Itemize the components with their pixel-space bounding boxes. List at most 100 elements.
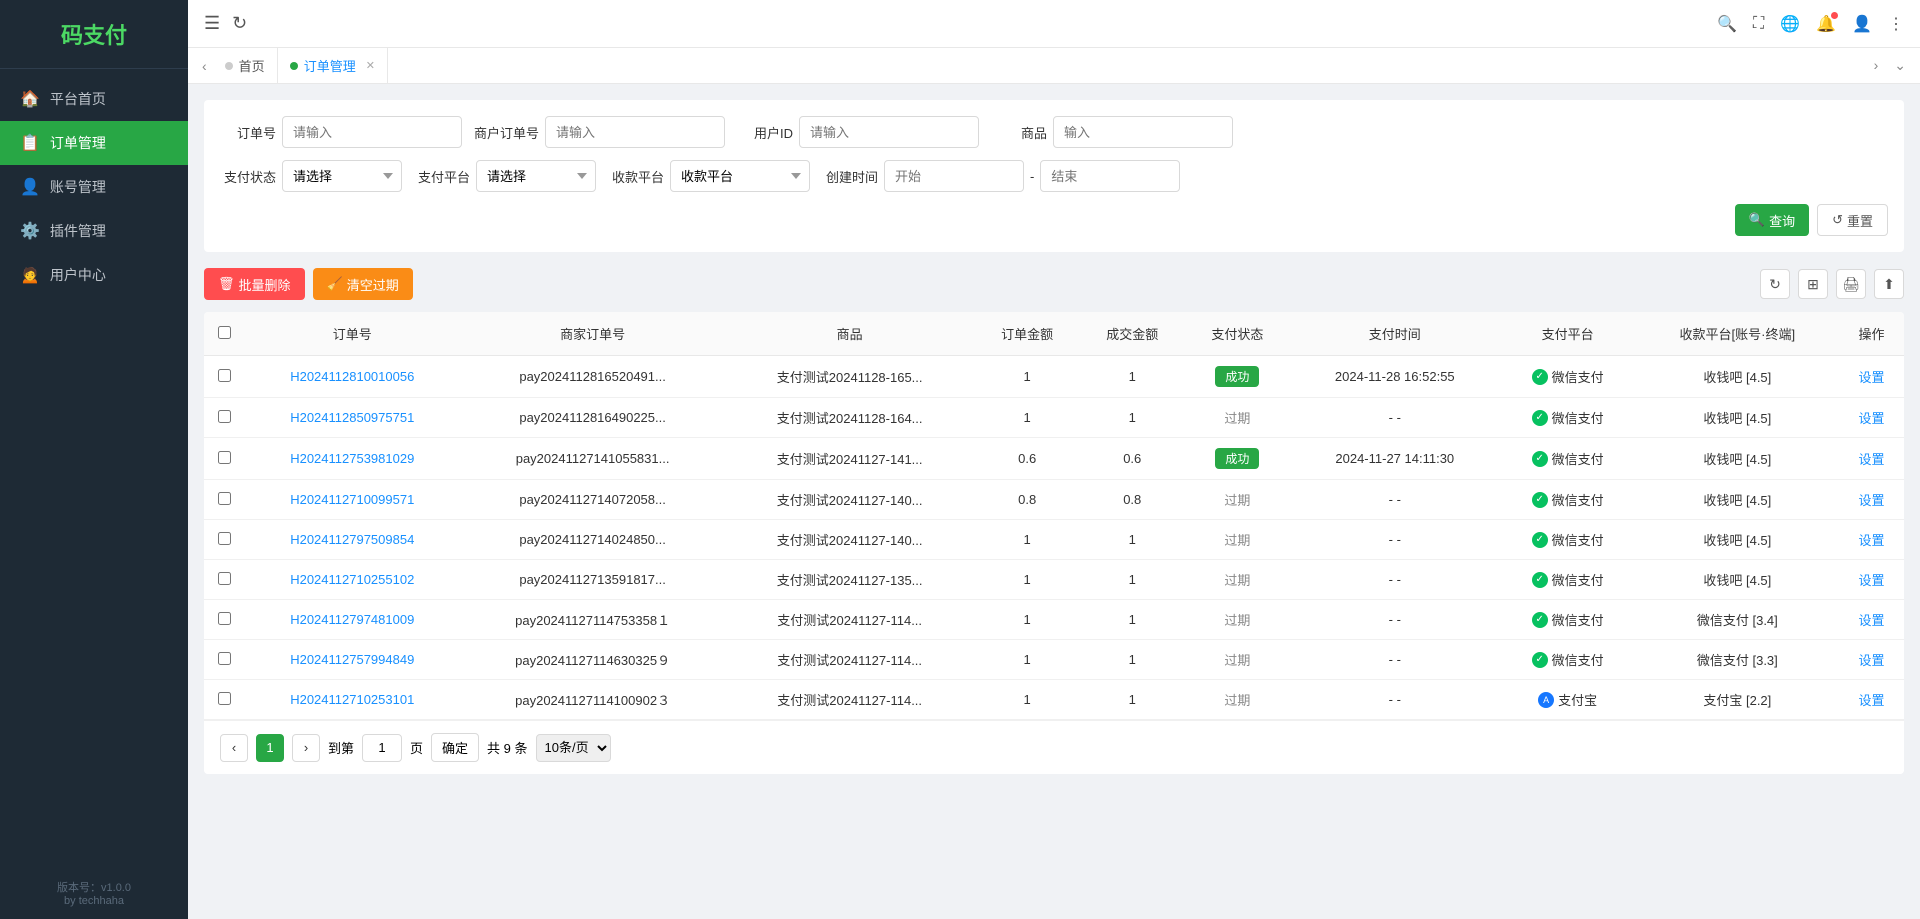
refresh-icon[interactable]: ↻ xyxy=(232,13,247,34)
row-2-checkbox[interactable] xyxy=(218,451,231,464)
select-all-checkbox[interactable] xyxy=(218,326,231,339)
row-6-status: 过期 xyxy=(1185,600,1290,640)
row-7-amount: 1 xyxy=(975,640,1080,680)
row-1-order-no: H2024112850975751 xyxy=(244,398,461,438)
table-refresh-btn[interactable]: ↻ xyxy=(1760,269,1790,299)
export-btn[interactable]: ⬆ xyxy=(1874,269,1904,299)
tab-expand-btn[interactable]: ⌄ xyxy=(1888,57,1912,74)
create-time-end-input[interactable] xyxy=(1040,160,1180,192)
row-6-checkbox[interactable] xyxy=(218,612,231,625)
row-0-order-link[interactable]: H2024112810010056 xyxy=(290,369,414,384)
row-1-set-button[interactable]: 设置 xyxy=(1858,408,1884,427)
version-text: 版本号：v1.0.0 xyxy=(0,879,188,895)
goto-page-input[interactable] xyxy=(362,734,402,762)
row-0-checkbox[interactable] xyxy=(218,369,231,382)
print-btn[interactable]: 🖨 xyxy=(1836,269,1866,299)
row-4-checkbox[interactable] xyxy=(218,532,231,545)
topbar-right: 🔍 ⛶ 🌐 🔔 👤 ⋮ xyxy=(1717,14,1904,34)
sidebar-item-plugins-label: 插件管理 xyxy=(50,221,106,241)
search-button[interactable]: 🔍 查询 xyxy=(1735,204,1809,236)
clear-expired-button[interactable]: 🧹 清空过期 xyxy=(313,268,413,300)
row-2-order-link[interactable]: H2024112753981029 xyxy=(290,451,414,466)
batch-delete-button[interactable]: 🗑 批量删除 xyxy=(204,268,305,300)
more-icon[interactable]: ⋮ xyxy=(1888,14,1904,34)
row-3-set-button[interactable]: 设置 xyxy=(1858,490,1884,509)
row-1-amount: 1 xyxy=(975,398,1080,438)
sidebar-item-accounts-label: 账号管理 xyxy=(50,177,106,197)
row-4-order-link[interactable]: H2024112797509854 xyxy=(290,532,414,547)
sidebar-item-users[interactable]: 🙍 用户中心 xyxy=(0,253,188,297)
row-1-platform-icon: ✓ xyxy=(1532,410,1548,426)
row-7-order-link[interactable]: H2024112757994849 xyxy=(290,652,414,667)
row-4-action-cell: 设置 xyxy=(1839,520,1904,560)
row-6-set-button[interactable]: 设置 xyxy=(1858,610,1884,629)
row-0-product: 支付测试20241128-165... xyxy=(725,356,975,398)
page-next-btn[interactable]: › xyxy=(292,734,320,762)
row-8-merchant-order: pay20241127114100902３ xyxy=(461,680,725,720)
row-6-order-link[interactable]: H2024112797481009 xyxy=(290,612,414,627)
row-3-order-link[interactable]: H2024112710099571 xyxy=(290,492,414,507)
sidebar-item-orders[interactable]: 📋 订单管理 xyxy=(0,121,188,165)
column-settings-btn[interactable]: ⊞ xyxy=(1798,269,1828,299)
page-prev-btn[interactable]: ‹ xyxy=(220,734,248,762)
fullscreen-icon[interactable]: ⛶ xyxy=(1753,15,1764,33)
row-6-action-cell: 设置 xyxy=(1839,600,1904,640)
row-8-order-link[interactable]: H2024112710253101 xyxy=(290,692,414,707)
reset-button[interactable]: ↺ 重置 xyxy=(1817,204,1888,236)
tab-orders[interactable]: 订单管理 ✕ xyxy=(278,48,388,84)
page-1-btn[interactable]: 1 xyxy=(256,734,284,762)
row-7-checkbox[interactable] xyxy=(218,652,231,665)
tab-home-label: 首页 xyxy=(239,56,265,75)
row-7-checkbox-cell xyxy=(204,640,244,680)
row-2-collect-platform: 收钱吧 [4.5] xyxy=(1636,438,1839,480)
globe-icon[interactable]: 🌐 xyxy=(1780,14,1800,34)
row-3-checkbox[interactable] xyxy=(218,492,231,505)
per-page-select[interactable]: 10条/页 20条/页 50条/页 xyxy=(536,734,611,762)
notification-icon[interactable]: 🔔 xyxy=(1816,14,1836,34)
row-1-product: 支付测试20241128-164... xyxy=(725,398,975,438)
content-area: 订单号 商户订单号 用户ID 商品 支付状态 xyxy=(188,84,1920,919)
row-0-set-button[interactable]: 设置 xyxy=(1858,367,1884,386)
collect-platform-select[interactable]: 收款平台 收钱吧 xyxy=(670,160,810,192)
row-5-set-button[interactable]: 设置 xyxy=(1858,570,1884,589)
order-no-input[interactable] xyxy=(282,116,462,148)
sidebar-item-home[interactable]: 🏠 平台首页 xyxy=(0,77,188,121)
tab-prev-btn[interactable]: ‹ xyxy=(196,58,213,74)
pay-platform-select[interactable]: 请选择 微信支付 支付宝 xyxy=(476,160,596,192)
menu-toggle-icon[interactable]: ☰ xyxy=(204,13,220,34)
row-5-order-link[interactable]: H2024112710255102 xyxy=(290,572,414,587)
tab-home[interactable]: 首页 xyxy=(213,48,278,84)
date-separator: - xyxy=(1030,169,1034,184)
row-5-checkbox[interactable] xyxy=(218,572,231,585)
row-8-checkbox[interactable] xyxy=(218,692,231,705)
user-avatar-icon[interactable]: 👤 xyxy=(1852,14,1872,34)
page-confirm-btn[interactable]: 确定 xyxy=(431,733,479,762)
row-1-checkbox[interactable] xyxy=(218,410,231,423)
create-time-start-input[interactable] xyxy=(884,160,1024,192)
product-input[interactable] xyxy=(1053,116,1233,148)
row-8-collect-platform: 支付宝 [2.2] xyxy=(1636,680,1839,720)
filter-merchant-order-group: 商户订单号 xyxy=(474,116,725,148)
row-6-order-no: H2024112797481009 xyxy=(244,600,461,640)
row-2-set-button[interactable]: 设置 xyxy=(1858,449,1884,468)
sidebar-item-accounts[interactable]: 👤 账号管理 xyxy=(0,165,188,209)
tab-home-dot xyxy=(225,62,233,70)
reset-icon: ↺ xyxy=(1832,212,1843,228)
pay-status-select[interactable]: 请选择 成功 过期 xyxy=(282,160,402,192)
search-icon[interactable]: 🔍 xyxy=(1717,14,1737,34)
tab-orders-close[interactable]: ✕ xyxy=(366,59,375,72)
row-4-set-button[interactable]: 设置 xyxy=(1858,530,1884,549)
user-id-input[interactable] xyxy=(799,116,979,148)
row-7-set-button[interactable]: 设置 xyxy=(1858,650,1884,669)
sidebar-item-plugins[interactable]: ⚙️ 插件管理 xyxy=(0,209,188,253)
row-1-order-link[interactable]: H2024112850975751 xyxy=(290,410,414,425)
sidebar-item-users-label: 用户中心 xyxy=(50,265,106,285)
row-0-merchant-order: pay2024112816520491... xyxy=(461,356,725,398)
product-label: 商品 xyxy=(991,123,1047,142)
row-8-set-button[interactable]: 设置 xyxy=(1858,690,1884,709)
row-0-pay-platform: ✓微信支付 xyxy=(1500,356,1636,398)
row-6-product: 支付测试20241127-114... xyxy=(725,600,975,640)
tab-next-btn[interactable]: › xyxy=(1868,57,1885,74)
goto-label: 到第 xyxy=(328,738,354,757)
merchant-order-input[interactable] xyxy=(545,116,725,148)
